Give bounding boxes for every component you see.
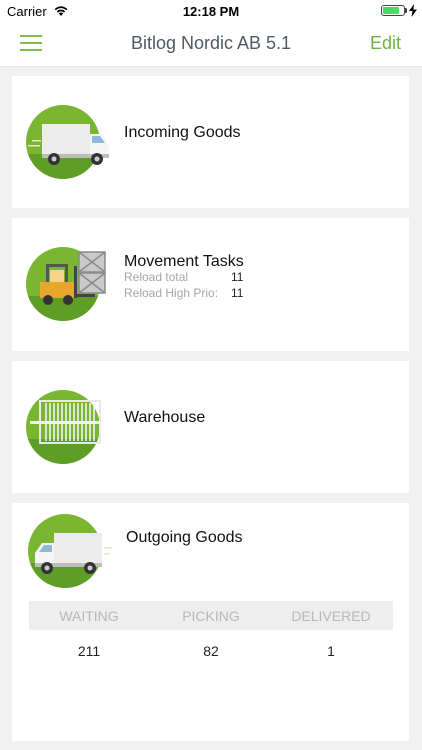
waiting-count: 211 xyxy=(77,643,101,659)
battery-icon xyxy=(381,5,405,16)
movement-tasks-title: Movement Tasks xyxy=(124,253,244,270)
outgoing-goods-card[interactable]: Outgoing Goods WAITING PICKING DELIVERED… xyxy=(12,503,409,741)
reload-high-prio-label: Reload High Prio: xyxy=(124,286,219,300)
battery-level xyxy=(383,7,399,14)
reload-total-value: 11 xyxy=(231,270,244,284)
battery-tip xyxy=(405,8,407,13)
charging-bolt-icon xyxy=(409,4,417,17)
outgoing-goods-title: Outgoing Goods xyxy=(126,529,243,546)
outgoing-stats-values: 211 82 1 xyxy=(29,639,393,663)
status-bar: Carrier 12:18 PM xyxy=(0,0,422,22)
picking-header: PICKING xyxy=(182,608,240,624)
clock: 12:18 PM xyxy=(182,4,240,19)
reload-total-row: Reload total 11 xyxy=(124,270,243,284)
delivered-header: DELIVERED xyxy=(291,608,371,624)
incoming-goods-card[interactable]: Incoming Goods xyxy=(12,76,409,208)
movement-tasks-card[interactable]: Movement Tasks Reload total 11 Reload Hi… xyxy=(12,218,409,351)
reload-high-prio-row: Reload High Prio: 11 xyxy=(124,286,243,300)
reload-total-label: Reload total xyxy=(124,270,189,284)
warehouse-gate-icon xyxy=(26,390,102,464)
delivered-count: 1 xyxy=(327,643,335,659)
reload-high-prio-value: 11 xyxy=(231,286,244,300)
delivery-truck-icon xyxy=(28,514,112,588)
forklift-icon xyxy=(26,247,106,321)
waiting-header: WAITING xyxy=(59,608,119,624)
navigation-bar: Bitlog Nordic AB 5.1 Edit xyxy=(0,22,422,67)
warehouse-title: Warehouse xyxy=(124,409,206,426)
picking-count: 82 xyxy=(203,643,219,659)
edit-button[interactable]: Edit xyxy=(370,33,401,54)
page-title: Bitlog Nordic AB 5.1 xyxy=(130,33,292,53)
delivery-truck-icon xyxy=(26,105,109,179)
incoming-goods-title: Incoming Goods xyxy=(124,124,241,141)
outgoing-stats-header: WAITING PICKING DELIVERED xyxy=(29,601,393,630)
warehouse-card[interactable]: Warehouse xyxy=(12,361,409,493)
